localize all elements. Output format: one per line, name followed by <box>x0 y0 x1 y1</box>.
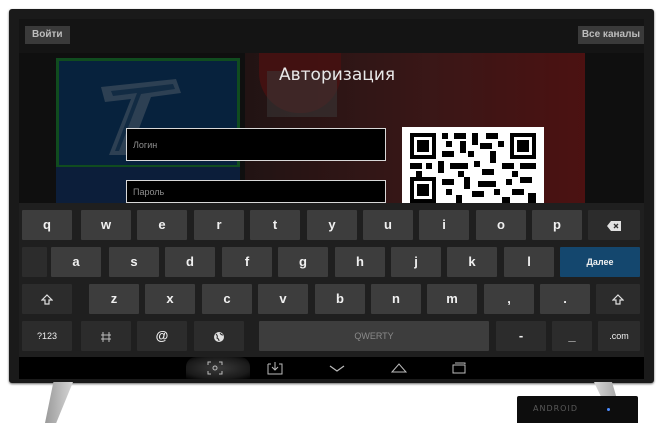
key-o[interactable]: o <box>476 210 526 240</box>
key-p[interactable]: p <box>532 210 582 240</box>
tv-leg-left <box>45 382 73 423</box>
underscore-key[interactable]: _ <box>552 321 592 351</box>
top-bar: Войти Все каналы <box>19 19 644 53</box>
key-y[interactable]: y <box>307 210 357 240</box>
key-u[interactable]: u <box>363 210 413 240</box>
key-z[interactable]: z <box>89 284 139 314</box>
symbols-key[interactable]: ?123 <box>22 321 72 351</box>
login-field[interactable] <box>126 128 386 161</box>
back-icon[interactable] <box>328 361 346 375</box>
key-d[interactable]: d <box>165 247 215 277</box>
key-q[interactable]: q <box>22 210 72 240</box>
language-key[interactable] <box>194 321 244 351</box>
at-key[interactable]: @ <box>137 321 187 351</box>
key-j[interactable]: j <box>391 247 441 277</box>
android-logo: ANDROID <box>533 404 578 413</box>
backspace-key[interactable] <box>588 210 640 240</box>
key-l[interactable]: l <box>504 247 554 277</box>
dotcom-key[interactable]: .com <box>598 321 640 351</box>
key-f[interactable]: f <box>222 247 272 277</box>
key-comma[interactable]: , <box>484 284 534 314</box>
qr-code[interactable] <box>402 127 544 203</box>
key-m[interactable]: m <box>427 284 477 314</box>
key-c[interactable]: c <box>202 284 252 314</box>
download-icon[interactable] <box>266 361 284 375</box>
key-k[interactable]: k <box>447 247 497 277</box>
shift-icon <box>611 293 625 305</box>
key-r[interactable]: r <box>194 210 244 240</box>
power-led <box>607 408 610 411</box>
page-title: Авторизация <box>279 65 396 85</box>
home-icon[interactable] <box>390 361 408 375</box>
system-nav-bar <box>19 357 644 379</box>
key-a[interactable]: a <box>51 247 101 277</box>
key-i[interactable]: i <box>419 210 469 240</box>
key-row2-spacer <box>22 247 47 277</box>
key-x[interactable]: x <box>145 284 195 314</box>
android-tv-box: ANDROID <box>517 396 638 423</box>
key-t[interactable]: t <box>250 210 300 240</box>
dash-key[interactable]: - <box>496 321 546 351</box>
password-field[interactable] <box>126 180 386 203</box>
screenshot-icon[interactable] <box>207 361 223 375</box>
shift-icon <box>40 293 54 305</box>
recents-icon[interactable] <box>450 361 468 375</box>
key-e[interactable]: e <box>137 210 187 240</box>
keyboard-settings-key[interactable] <box>81 321 131 351</box>
on-screen-keyboard: q w e r t y u i o p a s d f g h j k l Да… <box>19 203 644 357</box>
key-v[interactable]: v <box>258 284 308 314</box>
key-w[interactable]: w <box>81 210 131 240</box>
key-b[interactable]: b <box>315 284 365 314</box>
backspace-icon <box>607 220 621 231</box>
qr-code-icon <box>402 127 544 203</box>
tv-screen: Войти Все каналы Авторизация Логин q w e… <box>19 19 644 379</box>
next-key[interactable]: Далее <box>560 247 640 277</box>
all-channels-button[interactable]: Все каналы <box>577 26 644 44</box>
globe-icon <box>214 331 224 342</box>
shift-key-left[interactable] <box>22 284 72 314</box>
key-g[interactable]: g <box>278 247 328 277</box>
shift-key-right[interactable] <box>596 284 640 314</box>
key-period[interactable]: . <box>540 284 590 314</box>
key-s[interactable]: s <box>109 247 159 277</box>
space-key[interactable]: QWERTY <box>259 321 489 351</box>
key-n[interactable]: n <box>371 284 421 314</box>
keyboard-settings-icon <box>101 331 111 342</box>
login-button[interactable]: Войти <box>25 26 70 44</box>
key-h[interactable]: h <box>335 247 385 277</box>
